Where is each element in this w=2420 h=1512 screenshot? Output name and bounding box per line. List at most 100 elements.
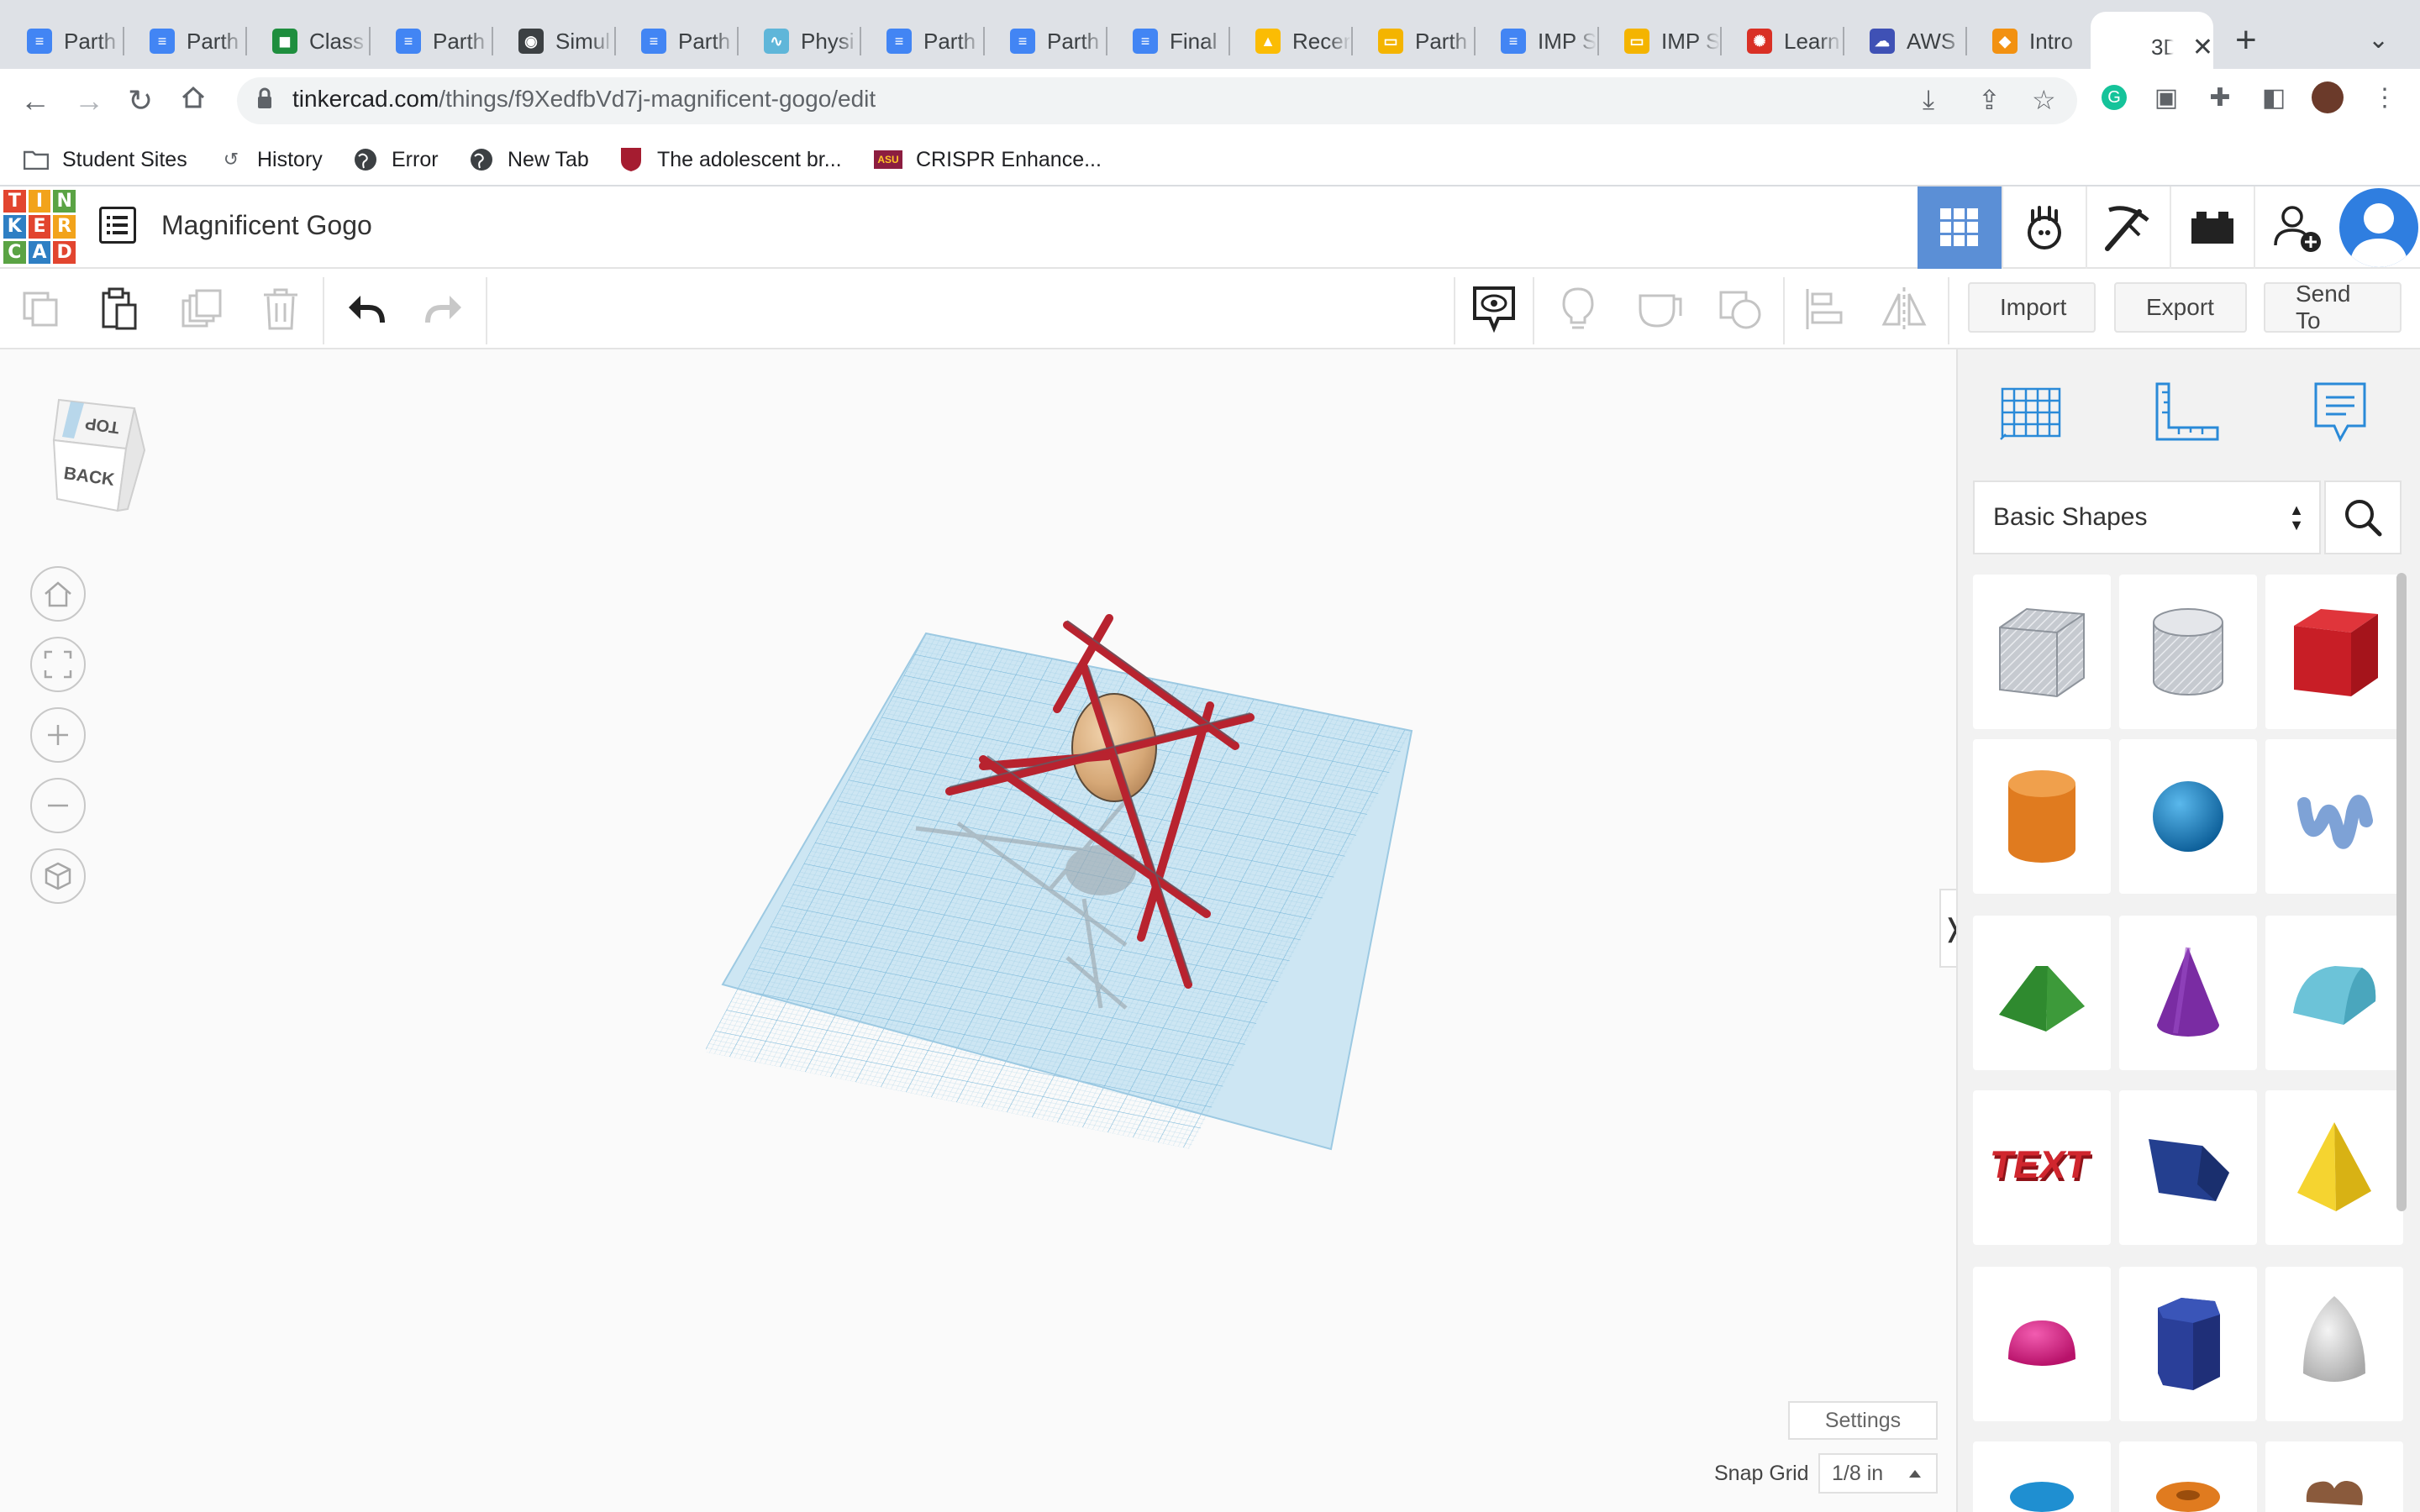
shape-tube[interactable] [2119, 1441, 2257, 1512]
shape-polygon[interactable] [2119, 1090, 2257, 1245]
shape-half-sphere[interactable] [1973, 1267, 2111, 1421]
tab-14[interactable]: ✺ Learn [1720, 13, 1843, 69]
shape-cone[interactable] [2119, 916, 2257, 1070]
shape-search-button[interactable] [2324, 480, 2402, 554]
shape-round-roof[interactable] [2265, 916, 2403, 1070]
tab-1[interactable]: ≡ Parth [123, 13, 245, 69]
shape-heart[interactable] [2265, 1441, 2403, 1512]
redo-button[interactable] [417, 282, 471, 336]
sim-lab-button[interactable] [2002, 186, 2086, 269]
reload-button[interactable]: ↻ [128, 81, 153, 121]
shapes-scrollbar[interactable] [2396, 573, 2407, 1211]
extension-icon[interactable]: ▣ [2149, 81, 2183, 114]
snap-grid-select[interactable]: 1/8 in [1818, 1453, 1938, 1494]
ruler-tool-button[interactable] [2149, 375, 2225, 450]
tab-3[interactable]: ≡ Parth [369, 13, 492, 69]
install-app-icon[interactable]: ⤓ [1923, 84, 1934, 116]
shape-text[interactable]: TEXT TEXT [1973, 1090, 2111, 1245]
shape-pyramid[interactable] [2265, 1090, 2403, 1245]
view-cube[interactable]: TOP BACK [34, 383, 176, 534]
shape-box-hole[interactable] [1973, 575, 2111, 729]
side-panel-icon[interactable]: ◧ [2257, 81, 2291, 114]
zoom-out-button[interactable] [30, 778, 86, 833]
profile-avatar-icon[interactable] [2311, 81, 2344, 114]
shape-hexagonal-prism[interactable] [2119, 1267, 2257, 1421]
folder-icon [24, 147, 49, 172]
grammarly-extension-icon[interactable]: G [2097, 81, 2131, 114]
browser-menu-icon[interactable]: ⋮ [2368, 81, 2402, 114]
design-list-icon[interactable] [99, 207, 136, 244]
workplane-tool-button[interactable] [1993, 375, 2069, 450]
tab-5[interactable]: ≡ Parth [614, 13, 737, 69]
tab-2[interactable]: ◼ Class [245, 13, 368, 69]
tab-16[interactable]: ◆ Intro [1965, 13, 2088, 69]
tab-search-chevron-icon[interactable]: ⌄ [2368, 25, 2389, 55]
notes-visibility-button[interactable] [1467, 282, 1521, 336]
url-text[interactable]: tinkercad.com/things/f9XedfbVd7j-magnifi… [292, 86, 876, 113]
bookmark-student-sites[interactable]: Student Sites [24, 143, 187, 176]
3d-design-view-button[interactable] [1918, 186, 2002, 269]
delete-button[interactable] [254, 282, 308, 336]
shape-cylinder[interactable] [1973, 739, 2111, 894]
undo-button[interactable] [339, 282, 393, 336]
extensions-puzzle-icon[interactable]: ✚ [2203, 81, 2237, 114]
shape-box[interactable] [2265, 575, 2403, 729]
workplane-3d-scene[interactable] [706, 613, 1428, 1168]
perspective-toggle-button[interactable] [30, 848, 86, 904]
share-icon[interactable]: ⇪ [1978, 84, 2001, 116]
paste-button[interactable] [92, 282, 146, 336]
settings-button[interactable]: Settings [1788, 1401, 1938, 1440]
fit-view-button[interactable] [30, 637, 86, 692]
import-button[interactable]: Import [1968, 282, 2096, 333]
blocks-button[interactable] [2086, 186, 2170, 269]
notes-tool-button[interactable] [2302, 375, 2378, 450]
show-all-button[interactable] [1551, 282, 1605, 336]
bricks-button[interactable] [2170, 186, 2254, 269]
shape-category-select[interactable]: Basic Shapes ▲ ▼ [1973, 480, 2321, 554]
duplicate-button[interactable] [175, 282, 229, 336]
tab-13[interactable]: ▭ IMP S [1597, 13, 1720, 69]
export-button[interactable]: Export [2114, 282, 2247, 333]
shape-torus[interactable] [1973, 1441, 2111, 1512]
tab-10[interactable]: ▲ Recer [1228, 13, 1351, 69]
close-tab-icon[interactable]: ✕ [2192, 33, 2213, 62]
tab-11[interactable]: ▭ Parth [1351, 13, 1474, 69]
bookmark-adolescent-brain[interactable]: The adolescent br... [618, 143, 842, 176]
shape-roof[interactable] [1973, 916, 2111, 1070]
align-button[interactable] [1798, 282, 1852, 336]
tab-9[interactable]: ≡ Final [1106, 13, 1228, 69]
tab-8[interactable]: ≡ Parth [983, 13, 1106, 69]
shape-sphere[interactable] [2119, 739, 2257, 894]
home-view-button[interactable] [30, 566, 86, 622]
copy-button[interactable] [13, 282, 67, 336]
back-button[interactable]: ← [20, 81, 50, 121]
forward-button[interactable]: → [74, 81, 104, 121]
tab-7[interactable]: ≡ Parth [860, 13, 982, 69]
invite-people-button[interactable] [2254, 186, 2338, 269]
bookmark-star-icon[interactable]: ☆ [2032, 84, 2056, 116]
shape-scribble[interactable] [2265, 739, 2403, 894]
zoom-in-button[interactable] [30, 707, 86, 763]
tab-0[interactable]: ≡ Parth [0, 13, 123, 69]
snap-grid-value: 1/8 in [1832, 1461, 1884, 1485]
tab-4[interactable]: ◉ Simul [492, 13, 614, 69]
send-to-button[interactable]: Send To [2264, 281, 2402, 333]
bookmark-error[interactable]: Error [353, 143, 439, 176]
tinkercad-logo[interactable]: TIN KER CAD [3, 190, 76, 264]
user-avatar[interactable] [2339, 188, 2418, 267]
tab-6[interactable]: ∿ Physi [737, 13, 860, 69]
mirror-button[interactable] [1877, 282, 1931, 336]
tab-12[interactable]: ≡ IMP S [1474, 13, 1597, 69]
home-button[interactable] [180, 81, 207, 121]
shape-cylinder-hole[interactable] [2119, 575, 2257, 729]
ungroup-button[interactable] [1714, 282, 1768, 336]
new-tab-button[interactable]: + [2235, 22, 2257, 59]
tab-15[interactable]: ☁ AWS [1843, 13, 1965, 69]
design-name[interactable]: Magnificent Gogo [161, 210, 372, 241]
bookmark-history[interactable]: ↺ History [218, 143, 323, 176]
shape-paraboloid[interactable] [2265, 1267, 2403, 1421]
bookmark-crispr[interactable]: ASU CRISPR Enhance... [874, 143, 1102, 176]
lock-icon[interactable] [257, 87, 272, 109]
group-button[interactable] [1634, 282, 1687, 336]
bookmark-new-tab[interactable]: New Tab [469, 143, 589, 176]
